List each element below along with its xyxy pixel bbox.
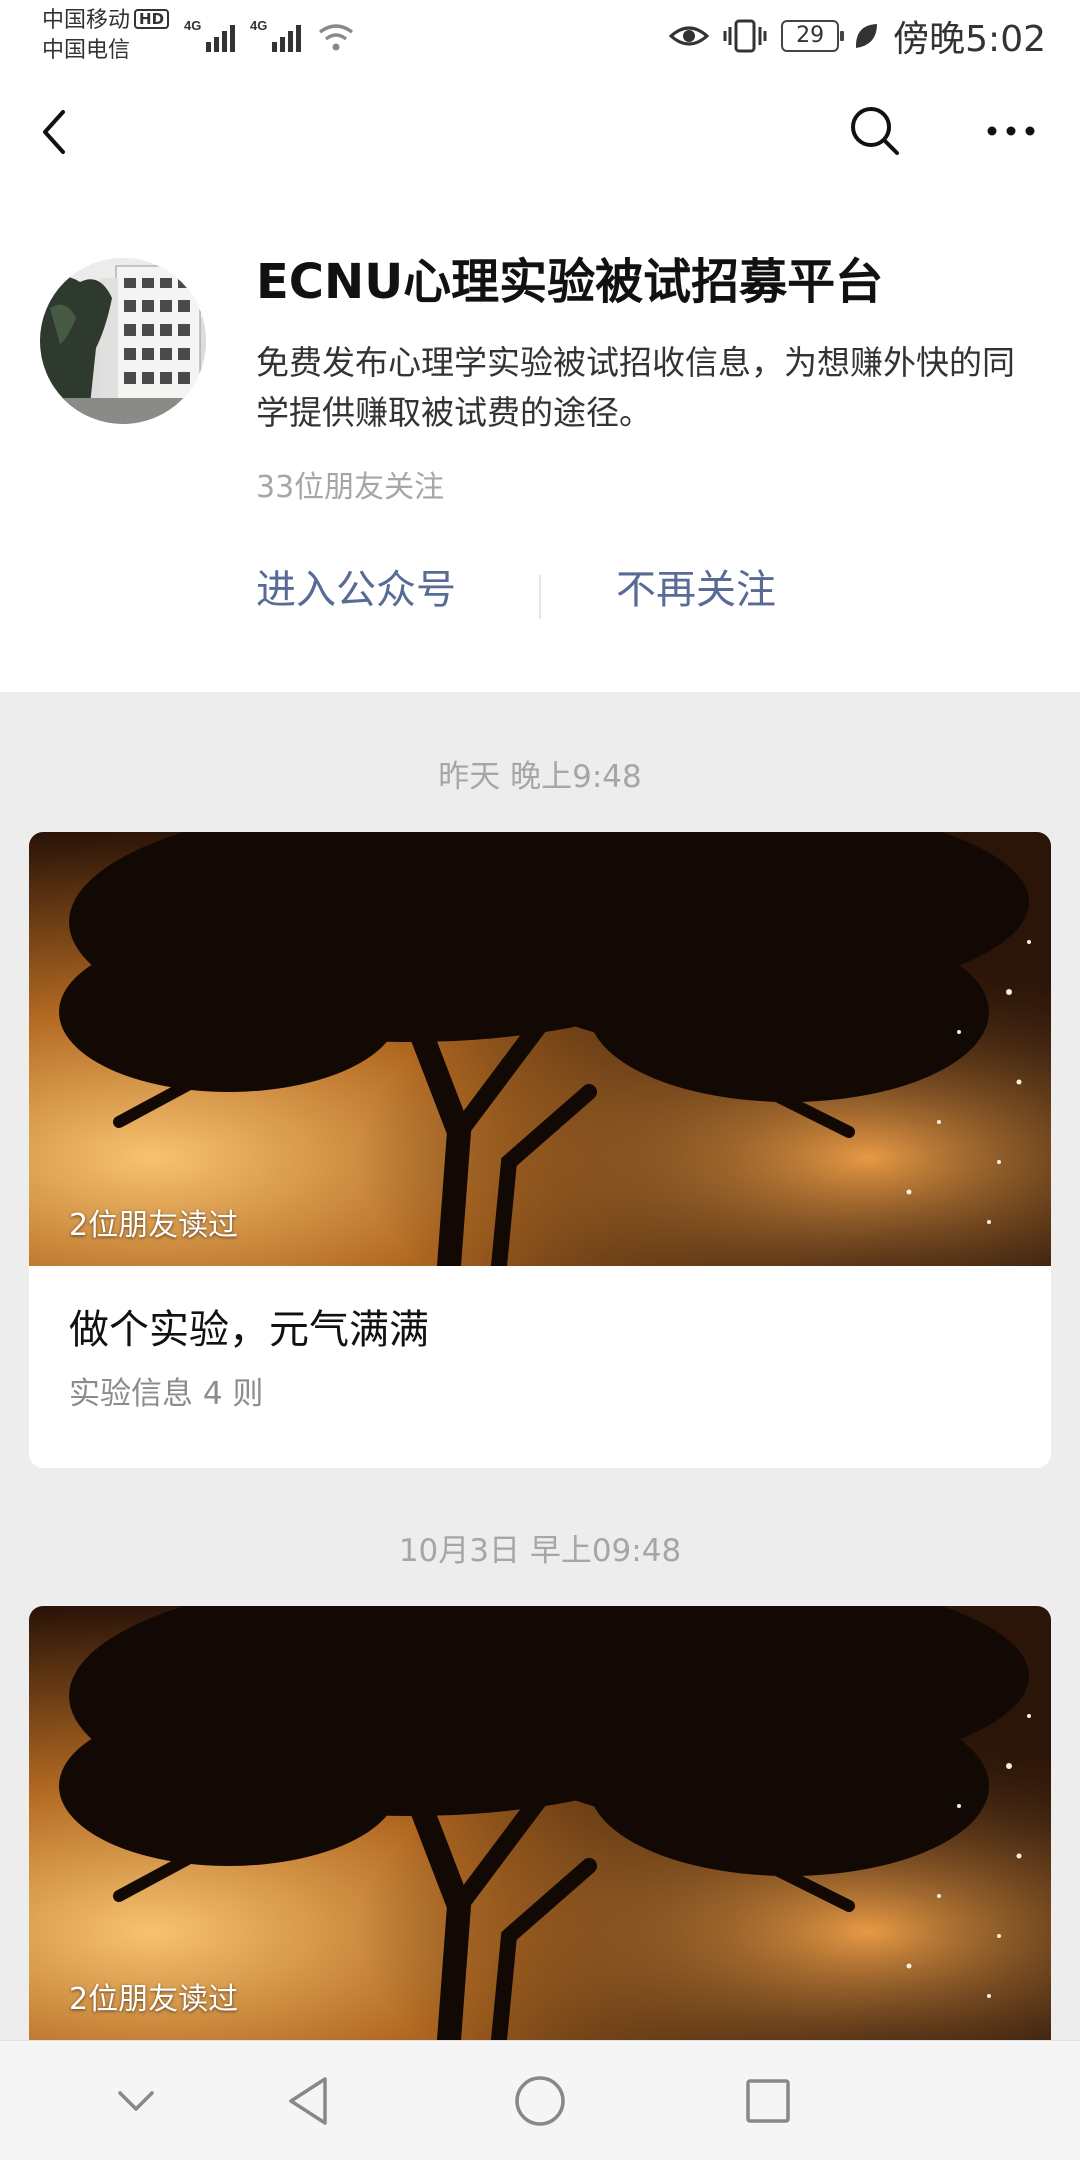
friends-read-tag: 2位朋友读过 (69, 1208, 239, 1243)
chevron-down-icon (118, 2091, 154, 2111)
carrier-info: 中国移动 HD 中国电信 (42, 6, 170, 66)
status-time: 傍晚5:02 (893, 19, 1046, 60)
friends-read-tag: 2位朋友读过 (69, 1982, 239, 2017)
square-recents-icon (746, 2079, 790, 2123)
account-name: ECNU心理实验被试招募平台 (256, 254, 884, 310)
status-bar: 中国移动 HD 中国电信 4G 4G 29 傍晚5:02 (0, 0, 1080, 72)
signal-icon-2: 4G (250, 18, 301, 52)
account-avatar (40, 258, 206, 424)
home-button[interactable] (508, 2067, 572, 2135)
vibrate-icon (723, 19, 767, 53)
status-icons: 29 傍晚5:02 (669, 12, 1046, 60)
follower-count: 33位朋友关注 (256, 470, 445, 505)
nav-bar (0, 72, 1080, 190)
hd-badge: HD (134, 9, 170, 29)
svg-text:4G: 4G (184, 18, 201, 33)
enter-account-button[interactable]: 进入公众号 (256, 560, 456, 620)
home-circle-icon (515, 2076, 565, 2126)
signal-icon: 4G (184, 18, 235, 52)
back-button[interactable] (22, 100, 86, 164)
eye-icon (669, 26, 710, 46)
carrier-2: 中国电信 (42, 38, 131, 63)
article-title: 做个实验，元气满满 (69, 1307, 429, 1353)
search-icon (851, 107, 899, 155)
action-divider (539, 575, 541, 619)
recents-button[interactable] (736, 2067, 800, 2135)
svg-text:4G: 4G (250, 18, 267, 33)
account-description: 免费发布心理学实验被试招收信息，为想赚外快的同学提供赚取被试费的途径。 (256, 343, 1015, 432)
article-cover-image: 2位朋友读过 (29, 1606, 1051, 2040)
nav-back-button[interactable] (276, 2067, 340, 2135)
post-time: 昨天 晚上9:48 (438, 759, 642, 795)
battery-indicator: 29 (781, 20, 845, 52)
article-card[interactable]: 2位朋友读过 (29, 1606, 1051, 2066)
wifi-icon (318, 24, 354, 51)
post-time: 10月3日 早上09:48 (398, 1533, 682, 1569)
triangle-back-icon (289, 2077, 327, 2125)
article-cover-image: 2位朋友读过 (29, 832, 1051, 1266)
unfollow-button[interactable]: 不再关注 (616, 560, 776, 620)
more-button[interactable] (976, 98, 1046, 164)
leaf-icon (856, 24, 878, 48)
more-icon (987, 126, 1035, 136)
collapse-button[interactable] (104, 2069, 168, 2133)
search-button[interactable] (842, 98, 908, 164)
article-subtitle: 实验信息 4 则 (69, 1376, 264, 1412)
back-icon (43, 110, 65, 154)
account-profile: ECNU心理实验被试招募平台 免费发布心理学实验被试招收信息，为想赚外快的同学提… (0, 190, 1080, 692)
carrier-1: 中国移动 (42, 8, 131, 33)
system-nav-bar (0, 2040, 1080, 2160)
article-card[interactable]: 2位朋友读过 做个实验，元气满满 实验信息 4 则 (29, 832, 1051, 1468)
